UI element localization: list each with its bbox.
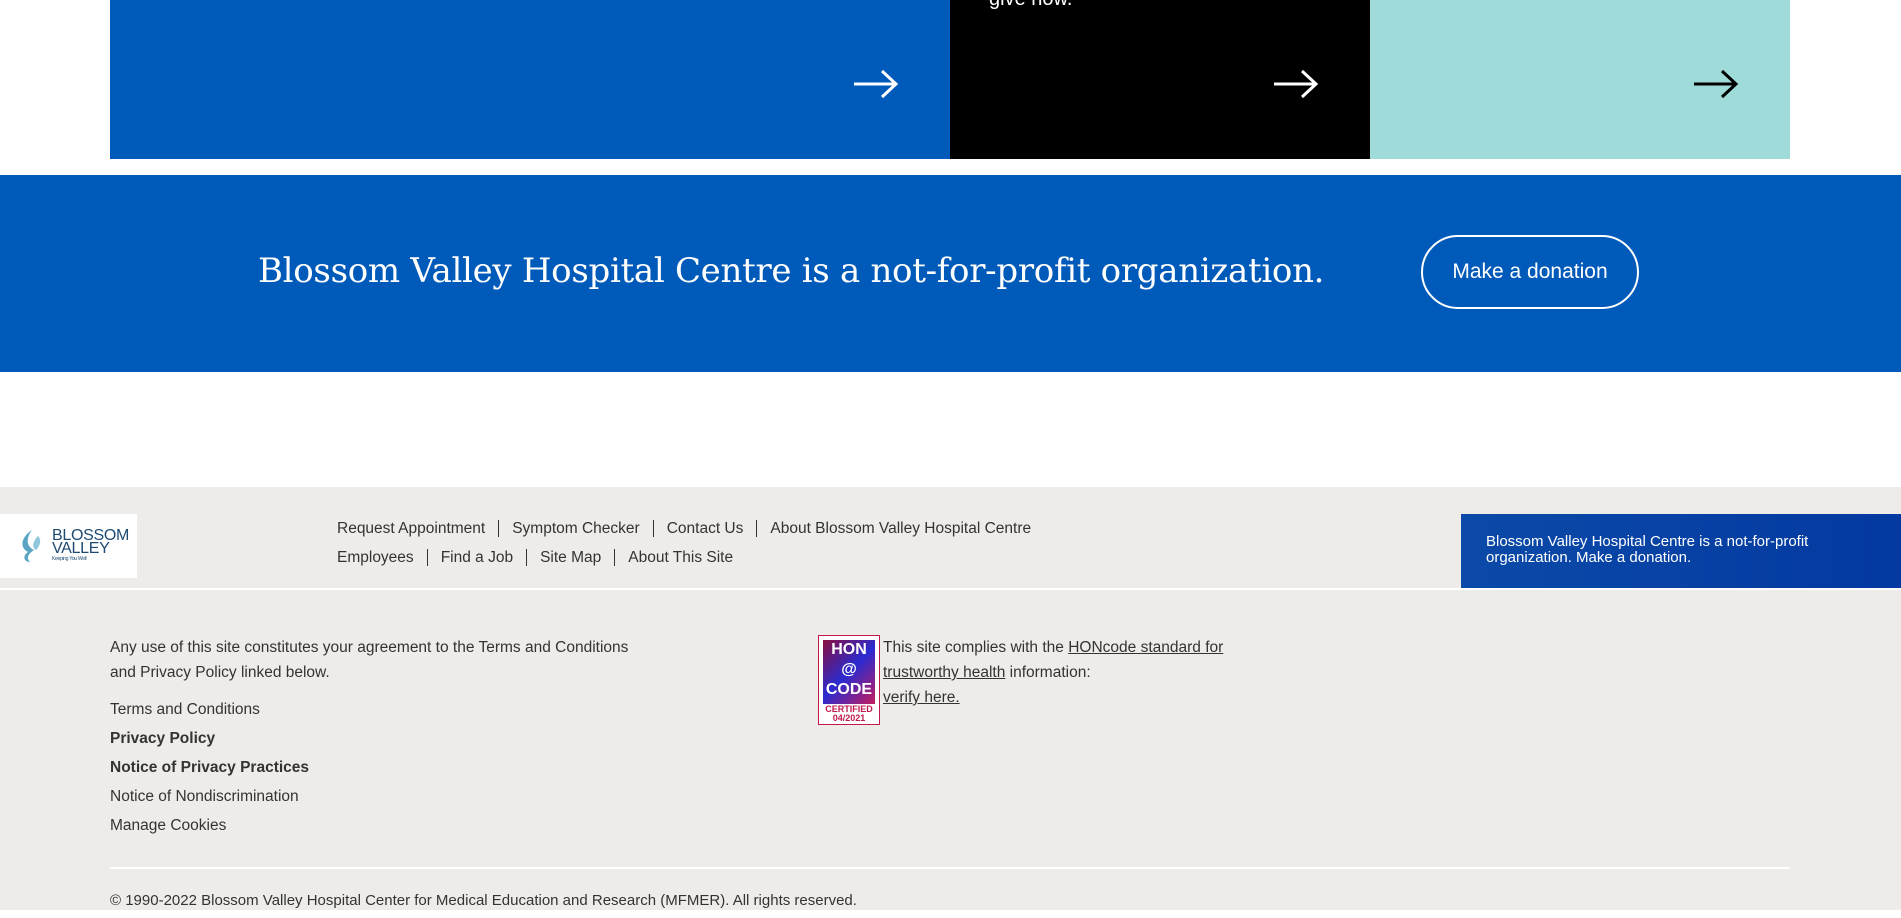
nav-contact-us[interactable]: Contact Us <box>652 520 757 537</box>
nav-site-map[interactable]: Site Map <box>526 549 614 566</box>
nav-symptom-checker[interactable]: Symptom Checker <box>498 520 652 537</box>
nav-about-this-site[interactable]: About This Site <box>614 549 746 566</box>
terms-agreement-text: Any use of this site constitutes your ag… <box>110 639 629 681</box>
verify-here-link[interactable]: verify here. <box>883 689 960 706</box>
badge-hon: HON <box>831 641 867 658</box>
badge-date: 04/2021 <box>832 713 866 723</box>
manage-cookies-link[interactable]: Manage Cookies <box>110 811 309 840</box>
divider <box>0 588 1901 590</box>
feature-tile-1[interactable] <box>110 0 950 159</box>
nav-about-hospital[interactable]: About Blossom Valley Hospital Centre <box>756 520 1044 537</box>
make-donation-button[interactable]: Make a donation <box>1421 235 1639 309</box>
logo-line2: VALLEY <box>52 540 110 557</box>
arrow-right-icon <box>854 69 899 99</box>
copyright-text: © 1990-2022 Blossom Valley Hospital Cent… <box>110 892 857 909</box>
honcode-badge[interactable]: HON @ CODE CERTIFIED 04/2021 <box>818 635 880 725</box>
site-footer: BLOSSOM VALLEY Keeping You Well Request … <box>0 487 1901 910</box>
logo-tagline: Keeping You Well <box>52 556 87 562</box>
logo-icon <box>22 530 41 562</box>
nav-employees[interactable]: Employees <box>337 549 427 566</box>
hon-text-before: This site complies with the <box>883 639 1069 656</box>
logo-wordmark: BLOSSOM VALLEY Keeping You Well <box>52 528 129 563</box>
donation-promo[interactable]: Blossom Valley Hospital Centre is a not-… <box>1461 514 1901 588</box>
logo[interactable]: BLOSSOM VALLEY Keeping You Well <box>0 514 137 578</box>
banner-heading: Blossom Valley Hospital Centre is a not-… <box>258 251 1325 291</box>
donation-banner: Blossom Valley Hospital Centre is a not-… <box>0 175 1901 372</box>
footer-nav-row-2: Employees Find a Job Site Map About This… <box>337 549 746 566</box>
nav-find-a-job[interactable]: Find a Job <box>426 549 526 566</box>
hon-text-after: information: <box>1005 664 1091 681</box>
arrow-right-icon <box>1694 69 1739 99</box>
privacy-policy-link[interactable]: Privacy Policy <box>110 724 309 753</box>
privacy-practices-link[interactable]: Notice of Privacy Practices <box>110 753 309 782</box>
honcode-statement: This site complies with the HONcode stan… <box>883 635 1243 710</box>
badge-at: @ <box>841 661 857 678</box>
badge-code: CODE <box>825 681 873 698</box>
nav-request-appointment[interactable]: Request Appointment <box>337 520 498 537</box>
terms-link[interactable]: Terms and Conditions <box>110 695 309 724</box>
feature-tile-3[interactable] <box>1370 0 1790 159</box>
footer-nav-row-1: Request Appointment Symptom Checker Cont… <box>337 520 1044 537</box>
tile-heading: give now. <box>989 0 1072 11</box>
divider <box>110 867 1790 869</box>
legal-links: Terms and Conditions Privacy Policy Noti… <box>110 695 309 840</box>
honcode-badge-graphic: HON @ CODE <box>823 640 875 704</box>
page-bottom-strip <box>0 910 1901 918</box>
feature-tile-give[interactable]: give now. <box>950 0 1370 159</box>
nondiscrimination-link[interactable]: Notice of Nondiscrimination <box>110 782 309 811</box>
arrow-right-icon <box>1274 69 1319 99</box>
badge-certified: CERTIFIED 04/2021 <box>819 705 879 723</box>
